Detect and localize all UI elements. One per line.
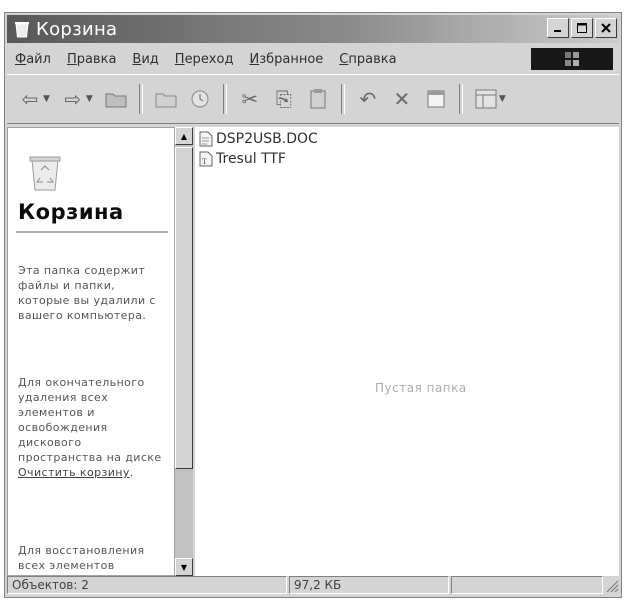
folders-icon[interactable] (151, 84, 181, 114)
paste-icon[interactable] (303, 84, 333, 114)
menu-edit[interactable]: Правка (59, 52, 124, 67)
toolbar-separator (222, 84, 227, 114)
status-empty-cell (451, 576, 603, 594)
views-dropdown-icon[interactable]: ▼ (499, 94, 506, 104)
delete-icon[interactable]: ✕ (387, 84, 417, 114)
properties-icon[interactable] (421, 84, 451, 114)
folder-hint-text: Пустая папка (375, 381, 467, 395)
menu-bar: Файл Правка Вид Переход Избранное Справк… (7, 47, 619, 71)
recycle-bin-icon (13, 20, 31, 38)
forward-icon[interactable]: ⇨ (58, 84, 88, 114)
info-pane-scrollbar[interactable]: ▲ ▼ (175, 127, 193, 576)
word-document-icon (199, 131, 213, 147)
maximize-button[interactable] (571, 18, 593, 38)
back-dropdown-icon[interactable]: ▼ (43, 94, 50, 104)
minimize-button[interactable] (547, 18, 569, 38)
pane-description: Эта папка содержит файлы и папки, которы… (18, 264, 156, 322)
scroll-down-arrow-icon[interactable]: ▼ (175, 558, 193, 576)
menu-go[interactable]: Переход (167, 52, 242, 67)
up-folder-icon[interactable] (101, 84, 131, 114)
title-bar[interactable]: Корзина (7, 15, 619, 43)
font-file-icon: T (199, 151, 213, 167)
scroll-up-arrow-icon[interactable]: ▲ (175, 127, 193, 145)
status-object-count: Объектов: 2 (7, 576, 287, 594)
menu-help[interactable]: Справка (331, 52, 404, 67)
status-size: 97,2 КБ (289, 576, 449, 594)
pane-title: Корзина (18, 200, 124, 224)
toolbar-separator (458, 84, 463, 114)
history-icon[interactable] (185, 84, 215, 114)
resize-grip-icon[interactable] (603, 577, 619, 593)
menu-file[interactable]: Файл (7, 52, 59, 67)
title-underline (16, 231, 168, 233)
recycle-bin-window: Корзина Файл Правка Вид Переход Избранно… (4, 12, 622, 598)
recycle-bin-large-icon (28, 152, 62, 196)
menu-view[interactable]: Вид (124, 52, 166, 67)
undo-icon[interactable]: ↶ (353, 84, 383, 114)
copy-icon[interactable]: ⎘ (269, 84, 299, 114)
menu-favorites[interactable]: Избранное (241, 52, 331, 67)
window-title: Корзина (36, 18, 118, 40)
windows-logo-icon (565, 52, 579, 66)
file-name: Tresul TTF (216, 151, 286, 167)
forward-dropdown-icon[interactable]: ▼ (86, 94, 93, 104)
empty-bin-link[interactable]: Очистить корзину (18, 466, 130, 479)
close-button[interactable] (595, 18, 617, 38)
pane-empty-instructions: Для окончательного удаления всех элемент… (18, 376, 162, 479)
svg-text:T: T (202, 157, 207, 166)
views-icon[interactable] (471, 84, 501, 114)
toolbar-separator (138, 84, 143, 114)
windows-logo-throbber (531, 48, 613, 70)
file-name: DSP2USB.DOC (216, 131, 318, 147)
cut-icon[interactable]: ✂ (235, 84, 265, 114)
status-bar: Объектов: 2 97,2 КБ (7, 575, 619, 595)
pane-restore-text: Для восстановления всех элементов (18, 544, 145, 572)
toolbar: ⇦ ▼ ⇨ ▼ ✂ ⎘ ↶ ✕ ▼ (7, 74, 619, 124)
file-list[interactable]: DSP2USB.DOC T Tresul TTF Пустая папка (195, 127, 619, 576)
info-pane: Корзина Эта папка содержит файлы и папки… (7, 127, 175, 576)
back-icon[interactable]: ⇦ (15, 84, 45, 114)
list-item[interactable]: T Tresul TTF (199, 151, 286, 167)
toolbar-separator (340, 84, 345, 114)
scroll-thumb[interactable] (175, 147, 193, 469)
pane-empty-text: Для окончательного удаления всех элемент… (18, 376, 162, 464)
list-item[interactable]: DSP2USB.DOC (199, 131, 318, 147)
